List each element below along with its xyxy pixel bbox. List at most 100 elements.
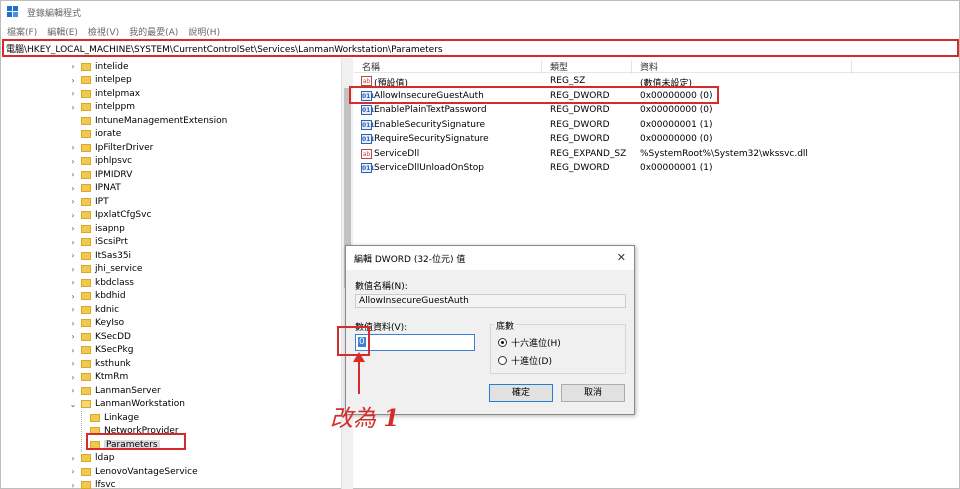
- value-data: %SystemRoot%\System32\wkssvc.dll: [640, 148, 808, 159]
- menu-bar: 檔案(F) 編輯(E) 檢視(V) 我的最愛(A) 說明(H): [1, 23, 959, 39]
- column-divider[interactable]: [541, 60, 542, 74]
- tree-item[interactable]: › isapnp: [68, 222, 124, 235]
- tree-item-label: intelpmax: [95, 88, 141, 99]
- chevron-right-icon[interactable]: ›: [68, 143, 78, 152]
- tree-item[interactable]: › intelide: [68, 60, 128, 73]
- header-data[interactable]: 資料: [640, 60, 658, 73]
- tree-item[interactable]: › IPNAT: [68, 182, 120, 195]
- folder-icon: [81, 386, 91, 395]
- tree-item[interactable]: › intelpmax: [68, 87, 140, 100]
- chevron-down-icon[interactable]: ⌄: [68, 400, 78, 409]
- chevron-right-icon[interactable]: ›: [68, 224, 78, 233]
- chevron-right-icon[interactable]: ›: [68, 481, 78, 489]
- tree-item[interactable]: › IpFilterDriver: [68, 141, 153, 154]
- chevron-right-icon[interactable]: ›: [68, 238, 78, 247]
- value-data: 0x00000000 (0): [640, 134, 713, 144]
- tree-item[interactable]: Linkage: [87, 411, 139, 424]
- tree-item[interactable]: › LenovoVantageService: [68, 465, 197, 478]
- registry-tree: › intelide › intelpep › intelpmax › intelppm Int…: [1, 58, 341, 489]
- chevron-right-icon[interactable]: ›: [68, 184, 78, 193]
- close-icon[interactable]: ✕: [617, 251, 626, 264]
- tree-item[interactable]: › KtmRm: [68, 371, 128, 384]
- tree-item[interactable]: › ldap: [68, 452, 114, 465]
- value-row[interactable]: 011 RequireSecuritySignature REG_DWORD 0x00…: [354, 132, 959, 146]
- chevron-right-icon[interactable]: ›: [68, 346, 78, 355]
- value-data-input[interactable]: 0: [355, 334, 475, 351]
- menu-favorites[interactable]: 我的最愛(A): [129, 25, 178, 38]
- tree-item[interactable]: › IpxlatCfgSvc: [68, 209, 151, 222]
- chevron-right-icon[interactable]: ›: [68, 454, 78, 463]
- folder-icon: [81, 454, 91, 462]
- chevron-right-icon[interactable]: ›: [68, 467, 78, 476]
- tree-item[interactable]: › kdnic: [68, 303, 119, 316]
- header-type[interactable]: 類型: [550, 60, 568, 73]
- cancel-button[interactable]: 取消: [561, 384, 625, 402]
- ok-button[interactable]: 確定: [489, 384, 553, 402]
- column-divider[interactable]: [631, 60, 632, 74]
- chevron-right-icon[interactable]: ›: [68, 265, 78, 274]
- radio-hexadecimal[interactable]: 十六進位(H): [498, 336, 561, 349]
- tree-item[interactable]: › intelppm: [68, 101, 135, 114]
- value-row[interactable]: 011 EnablePlainTextPassword REG_DWORD 0x000…: [354, 103, 959, 117]
- tree-item[interactable]: › KSecDD: [68, 330, 131, 343]
- tree-item[interactable]: › lfsvc: [68, 479, 116, 489]
- tree-item[interactable]: › intelpep: [68, 74, 131, 87]
- value-name: EnableSecuritySignature: [374, 119, 486, 130]
- address-bar[interactable]: 電腦\HKEY_LOCAL_MACHINE\SYSTEM\CurrentCont…: [2, 39, 959, 57]
- chevron-right-icon[interactable]: ›: [68, 170, 78, 179]
- folder-icon: [81, 400, 91, 408]
- value-row[interactable]: 011 EnableSecuritySignature REG_DWORD 0x000…: [354, 118, 959, 132]
- tree-item-label: KeyIso: [95, 318, 125, 328]
- tree-item-label: KSecDD: [95, 331, 131, 342]
- tree-item[interactable]: › IPT: [68, 195, 108, 208]
- chevron-right-icon[interactable]: ›: [68, 62, 78, 71]
- chevron-right-icon[interactable]: ›: [68, 278, 78, 287]
- value-row[interactable]: ab ServiceDll REG_EXPAND_SZ %SystemRoot%\Sy…: [354, 147, 959, 161]
- chevron-right-icon[interactable]: ›: [68, 386, 78, 395]
- column-divider[interactable]: [851, 60, 852, 74]
- tree-item[interactable]: › kbdclass: [68, 276, 134, 289]
- chevron-right-icon[interactable]: ›: [68, 251, 78, 260]
- menu-view[interactable]: 檢視(V): [88, 25, 119, 38]
- value-row[interactable]: 011 ServiceDllUnloadOnStop REG_DWORD 0x0000…: [354, 161, 959, 175]
- folder-icon: [81, 467, 91, 476]
- radio-decimal[interactable]: 十進位(D): [498, 354, 552, 367]
- chevron-right-icon[interactable]: ›: [68, 319, 78, 328]
- tree-item[interactable]: IntuneManagementExtension: [68, 114, 227, 127]
- value-type: REG_SZ: [550, 76, 586, 86]
- chevron-right-icon[interactable]: ›: [68, 211, 78, 220]
- tree-item[interactable]: iorate: [68, 128, 121, 141]
- tree-item[interactable]: ⌄ LanmanWorkstation: [68, 398, 185, 411]
- tree-item[interactable]: › LanmanServer: [68, 384, 160, 397]
- menu-file[interactable]: 檔案(F): [7, 25, 37, 38]
- hex-label: 十六進位(H): [511, 339, 561, 349]
- chevron-right-icon[interactable]: ›: [68, 373, 78, 382]
- menu-edit[interactable]: 編輯(E): [47, 25, 78, 38]
- chevron-right-icon[interactable]: ›: [68, 292, 78, 301]
- chevron-right-icon[interactable]: ›: [68, 332, 78, 341]
- chevron-right-icon[interactable]: ›: [68, 359, 78, 368]
- chevron-right-icon[interactable]: ›: [68, 197, 78, 206]
- chevron-right-icon[interactable]: ›: [68, 76, 78, 85]
- chevron-right-icon[interactable]: ›: [68, 305, 78, 314]
- tree-item-label: jhi_service: [95, 264, 143, 274]
- tree-item-label: IpxlatCfgSvc: [95, 210, 152, 220]
- tree-item[interactable]: › ksthunk: [68, 357, 130, 370]
- tree-item[interactable]: › iScsiPrt: [68, 236, 128, 249]
- tree-item[interactable]: › IPMIDRV: [68, 168, 132, 181]
- tree-item[interactable]: › iphlpsvc: [68, 155, 132, 168]
- folder-icon: [81, 116, 91, 125]
- tree-item-label: iScsiPrt: [95, 237, 128, 247]
- header-name[interactable]: 名稱: [362, 60, 380, 73]
- tree-item[interactable]: › ItSas35i: [68, 249, 131, 262]
- chevron-right-icon[interactable]: ›: [68, 103, 78, 112]
- tree-item[interactable]: › kbdhid: [68, 290, 125, 303]
- folder-icon: [81, 373, 91, 381]
- chevron-right-icon[interactable]: ›: [68, 89, 78, 98]
- chevron-right-icon[interactable]: ›: [68, 157, 78, 166]
- menu-help[interactable]: 說明(H): [188, 25, 220, 38]
- tree-item[interactable]: › jhi_service: [68, 263, 142, 276]
- tree-item[interactable]: › KSecPkg: [68, 344, 133, 357]
- tree-item[interactable]: › KeyIso: [68, 317, 124, 330]
- dialog-title: 編輯 DWORD (32-位元) 值: [354, 254, 466, 265]
